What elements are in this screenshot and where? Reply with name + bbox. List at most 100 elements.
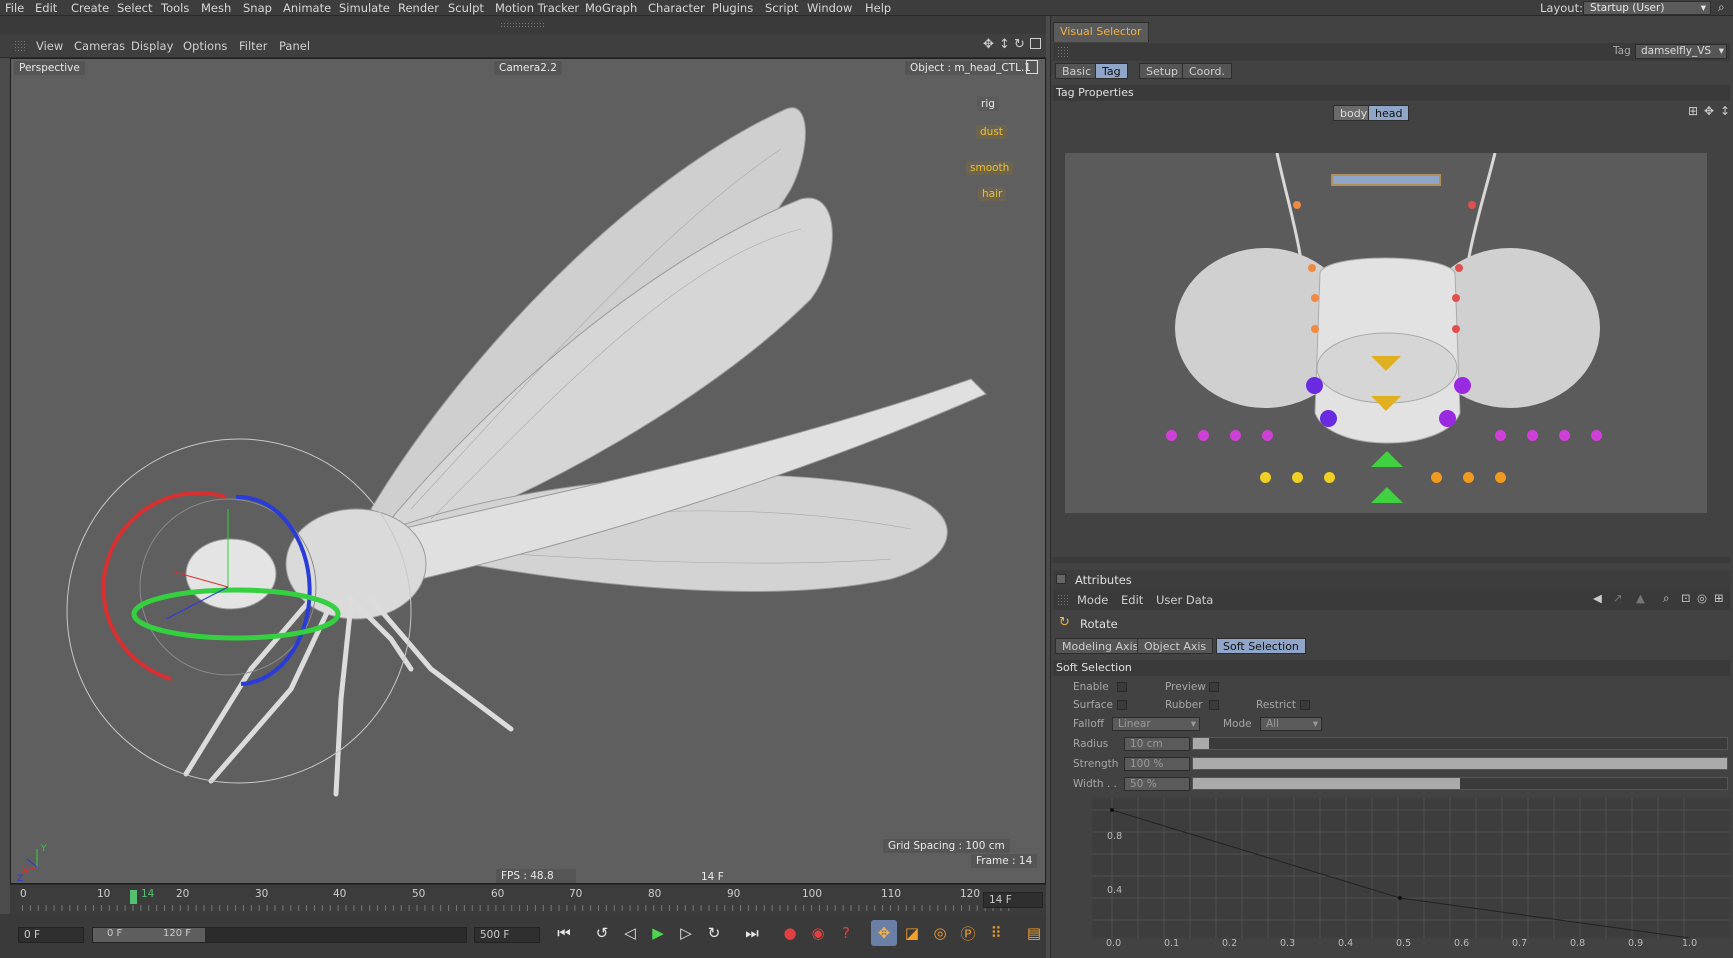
vp-menu-panel[interactable]: Panel (279, 39, 310, 53)
menu-simulate[interactable]: Simulate (339, 1, 390, 15)
menu-window[interactable]: Window (807, 1, 852, 15)
rotate-tool-icon[interactable]: ◎ (927, 920, 953, 946)
menu-script[interactable]: Script (765, 1, 798, 15)
eye-right-lower-control[interactable] (1439, 410, 1456, 427)
right-row-control-2[interactable] (1527, 430, 1538, 441)
left-row-control-2[interactable] (1198, 430, 1209, 441)
record-keys-icon[interactable]: ● (777, 920, 803, 946)
attr-menu-mode[interactable]: Mode (1077, 593, 1108, 607)
keyframe-selection-icon[interactable]: ? (833, 920, 859, 946)
preview-checkbox[interactable] (1209, 682, 1219, 692)
strength-field[interactable]: 100 % (1124, 757, 1190, 771)
mouth-right-control-3[interactable] (1495, 472, 1506, 483)
antenna-right-control-1[interactable] (1468, 201, 1476, 209)
menu-plugins[interactable]: Plugins (712, 1, 753, 15)
mouth-right-control-1[interactable] (1431, 472, 1442, 483)
panel-splitter[interactable] (1053, 557, 1730, 563)
menu-animate[interactable]: Animate (283, 1, 331, 15)
tab-soft-selection[interactable]: Soft Selection (1216, 638, 1306, 654)
tab-setup[interactable]: Setup (1139, 63, 1186, 79)
forward-arrow-icon[interactable]: ↗ (1613, 591, 1623, 605)
jaw-lower-control[interactable] (1371, 487, 1403, 503)
move-tool-icon[interactable]: ✥ (871, 920, 897, 946)
search-icon[interactable]: ⌕ (1718, 0, 1725, 15)
menu-edit[interactable]: Edit (35, 1, 57, 15)
rubber-checkbox[interactable] (1209, 700, 1219, 710)
strength-slider[interactable] (1192, 757, 1728, 770)
prev-key-icon[interactable]: ↺ (589, 920, 615, 946)
antenna-right-control-4[interactable] (1452, 325, 1460, 333)
eye-right-upper-control[interactable] (1454, 377, 1471, 394)
next-key-icon[interactable]: ↻ (701, 920, 727, 946)
search-icon[interactable]: ⌕ (1663, 591, 1669, 606)
left-row-control-3[interactable] (1230, 430, 1241, 441)
antenna-left-control-1[interactable] (1293, 201, 1301, 209)
menu-select[interactable]: Select (117, 1, 152, 15)
left-row-control-1[interactable] (1166, 430, 1177, 441)
end-frame-field[interactable]: 500 F (474, 927, 540, 943)
restrict-checkbox[interactable] (1300, 700, 1310, 710)
next-frame-icon[interactable]: ▷ (673, 920, 699, 946)
prev-frame-icon[interactable]: ◁ (617, 920, 643, 946)
jaw-upper-control[interactable] (1371, 451, 1403, 467)
scale-tool-icon[interactable]: ◪ (899, 920, 925, 946)
play-icon[interactable]: ▶ (645, 920, 671, 946)
maximize-view-icon[interactable] (1030, 38, 1041, 49)
rotate-view-icon[interactable]: ↻ (1014, 37, 1025, 52)
menu-mograph[interactable]: MoGraph (585, 1, 637, 15)
autokey-icon[interactable]: ◉ (805, 920, 831, 946)
antenna-left-control-4[interactable] (1311, 325, 1319, 333)
menu-render[interactable]: Render (398, 1, 439, 15)
visual-selector-tab[interactable]: Visual Selector (1053, 22, 1149, 42)
zoom-view-icon[interactable]: ↕ (999, 37, 1010, 52)
viewport-3d[interactable]: Perspective Camera2.2 Object : m_head_CT… (10, 58, 1046, 884)
right-row-control-4[interactable] (1591, 430, 1602, 441)
right-row-control-1[interactable] (1495, 430, 1506, 441)
width-field[interactable]: 50 % (1124, 777, 1190, 791)
enable-checkbox[interactable] (1117, 682, 1127, 692)
mouth-left-control-1[interactable] (1260, 472, 1271, 483)
playhead-marker[interactable] (130, 890, 137, 904)
fit-view-icon[interactable]: ⊞ (1688, 104, 1698, 118)
gripper-icon[interactable] (1057, 46, 1069, 58)
pan-icon[interactable]: ✥ (1704, 104, 1714, 118)
surface-checkbox[interactable] (1117, 700, 1127, 710)
menu-sculpt[interactable]: Sculpt (448, 1, 484, 15)
eye-left-lower-control[interactable] (1320, 410, 1337, 427)
attr-menu-user-data[interactable]: User Data (1156, 593, 1213, 607)
width-slider[interactable] (1192, 777, 1728, 790)
visual-selector-canvas[interactable] (1065, 153, 1707, 513)
tag-dropdown[interactable]: damselfly_VS ▾ (1635, 44, 1727, 59)
menu-create[interactable]: Create (71, 1, 109, 15)
go-to-start-icon[interactable]: ⏮ (551, 920, 577, 946)
damselfly-model[interactable] (11, 59, 1046, 884)
eye-left-upper-control[interactable] (1306, 377, 1323, 394)
menu-mesh[interactable]: Mesh (201, 1, 231, 15)
antenna-left-control-2[interactable] (1308, 264, 1316, 272)
radius-slider[interactable] (1192, 737, 1728, 750)
radius-field[interactable]: 10 cm (1124, 737, 1190, 751)
new-panel-icon[interactable]: ⊞ (1714, 591, 1724, 605)
vp-menu-cameras[interactable]: Cameras (74, 39, 125, 53)
menu-snap[interactable]: Snap (243, 1, 272, 15)
menu-tools[interactable]: Tools (161, 1, 189, 15)
back-arrow-icon[interactable]: ◀ (1593, 591, 1602, 605)
face-upper-control[interactable] (1371, 356, 1401, 371)
move-view-icon[interactable]: ✥ (983, 37, 994, 52)
antenna-right-control-3[interactable] (1452, 294, 1460, 302)
zoom-icon[interactable]: ↕ (1720, 104, 1730, 118)
timeline-window-icon[interactable]: ▤ (1021, 920, 1047, 946)
go-to-end-icon[interactable]: ⏭ (739, 920, 765, 946)
menu-character[interactable]: Character (648, 1, 705, 15)
range-slider-track[interactable]: 0 F 120 F (92, 927, 467, 943)
drag-handle-icon[interactable] (500, 22, 544, 27)
panel-icon[interactable] (1056, 574, 1066, 584)
menu-help[interactable]: Help (865, 1, 891, 15)
face-lower-control[interactable] (1371, 396, 1401, 411)
menu-motion-tracker[interactable]: Motion Tracker (495, 1, 579, 15)
range-slider-handle[interactable]: 0 F 120 F (93, 928, 205, 942)
gripper-icon[interactable] (1057, 594, 1069, 606)
antenna-right-control-2[interactable] (1455, 264, 1463, 272)
gripper-icon[interactable] (14, 40, 26, 52)
antenna-left-control-3[interactable] (1311, 294, 1319, 302)
